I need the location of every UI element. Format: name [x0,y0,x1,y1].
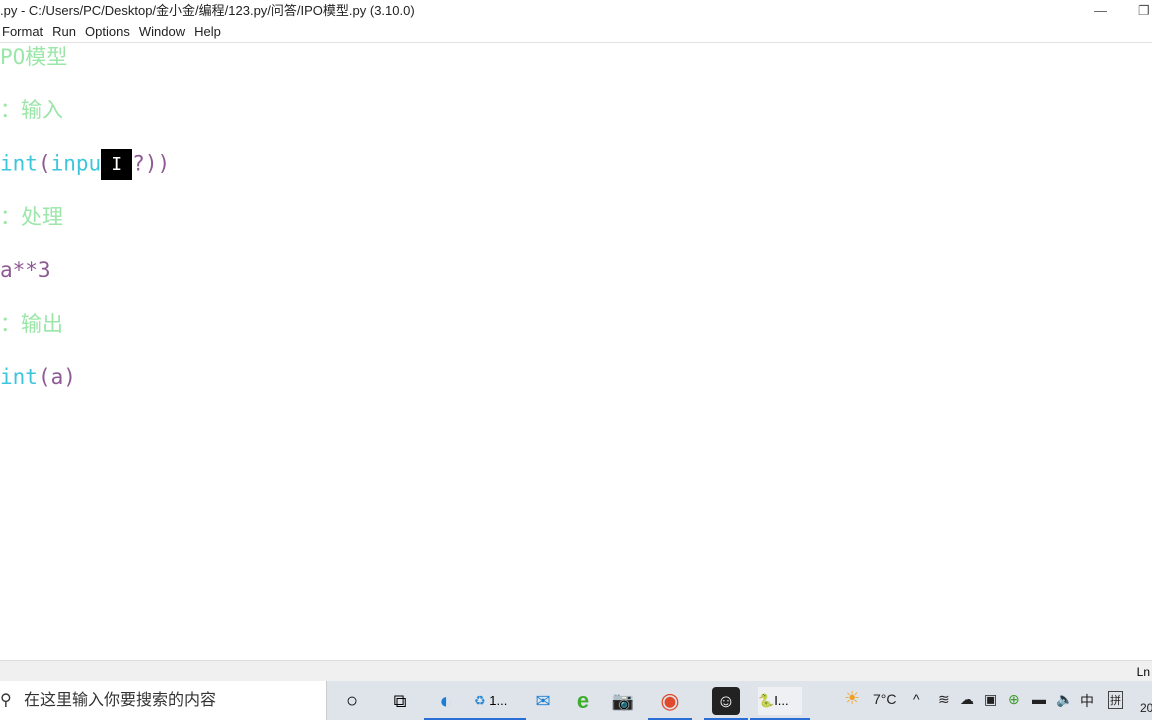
status-bar: Ln [0,660,1152,682]
ime-mode[interactable]: 中 [1080,691,1094,711]
menu-window[interactable]: Window [139,22,185,42]
app-label: 1... [489,693,508,708]
bot-app-icon[interactable]: ☺ [704,687,748,720]
edge-icon[interactable]: ◐ [424,687,468,720]
wifi-icon[interactable]: ≋ [938,691,950,708]
search-icon: ⚲ [0,692,12,709]
code-line-3: int(inpu I?)) [0,149,170,180]
weather-temp[interactable]: 7°C [873,691,897,707]
mail-icon[interactable]: ✉ [529,687,557,715]
builtin-token: inpu [50,151,102,176]
taskbar: ⚲ 在这里输入你要搜索的内容 ○ ⧉ ◐ ♻ 1... ✉ e 📷 ◉ ☺ 🐍I… [0,681,1152,720]
clock[interactable]: 20 [1140,701,1152,715]
python-idle-icon[interactable]: 🐍I... [750,687,810,720]
cloud-icon[interactable]: ☁ [960,691,974,708]
battery-icon[interactable]: ▬ [1032,691,1046,707]
menu-bar: Format Run Options Window Help [0,22,1152,43]
task-view-icon[interactable]: ⧉ [386,687,414,715]
camera-icon[interactable]: 📷 [609,687,637,715]
menu-help[interactable]: Help [194,22,221,42]
code-token: (a) [37,365,76,389]
code-line-7: int(a) [0,363,76,391]
ie-icon[interactable]: e [569,687,597,715]
recycle-app-icon[interactable]: ♻ 1... [466,687,526,720]
code-line-6: ：输出 [0,312,63,336]
code-line-4: ：处理 [0,205,63,229]
taskbar-search[interactable]: ⚲ 在这里输入你要搜索的内容 [0,681,327,720]
builtin-token: int [0,365,38,389]
security-icon[interactable]: ▣ [984,691,997,708]
title-bar: .py - C:/Users/PC/Desktop/金小金/编程/123.py/… [0,0,1152,22]
code-token: ?)) [132,151,171,176]
weather-icon[interactable]: ☀ [844,688,860,709]
menu-run[interactable]: Run [52,22,76,42]
paren-token: ( [37,151,51,176]
code-line-1: PO模型 [0,45,68,69]
ime-pinyin[interactable]: 拼 [1108,691,1123,709]
minimize-button[interactable]: — [1094,0,1107,22]
cursor-position: Ln [1136,665,1150,679]
text-cursor-icon: I [101,149,133,180]
chevron-up-icon[interactable]: ^ [913,691,920,707]
code-line-2: ：输入 [0,98,63,122]
volume-icon[interactable]: 🔈 [1056,691,1073,708]
chrome-icon[interactable]: ◉ [648,687,692,720]
menu-format[interactable]: Format [2,22,43,42]
builtin-token: int [0,151,38,176]
window-title: .py - C:/Users/PC/Desktop/金小金/编程/123.py/… [0,3,415,18]
cortana-icon[interactable]: ○ [338,687,366,715]
restore-button[interactable]: ❐ [1138,0,1150,22]
menu-options[interactable]: Options [85,22,130,42]
code-editor[interactable]: PO模型 ：输入 int(inpu I?)) ：处理 a**3 ：输出 int(a… [0,43,1152,660]
360-icon[interactable]: ⊕ [1008,691,1020,708]
search-placeholder: 在这里输入你要搜索的内容 [24,692,217,709]
app-label: I... [774,693,789,708]
code-line-5: a**3 [0,258,51,282]
